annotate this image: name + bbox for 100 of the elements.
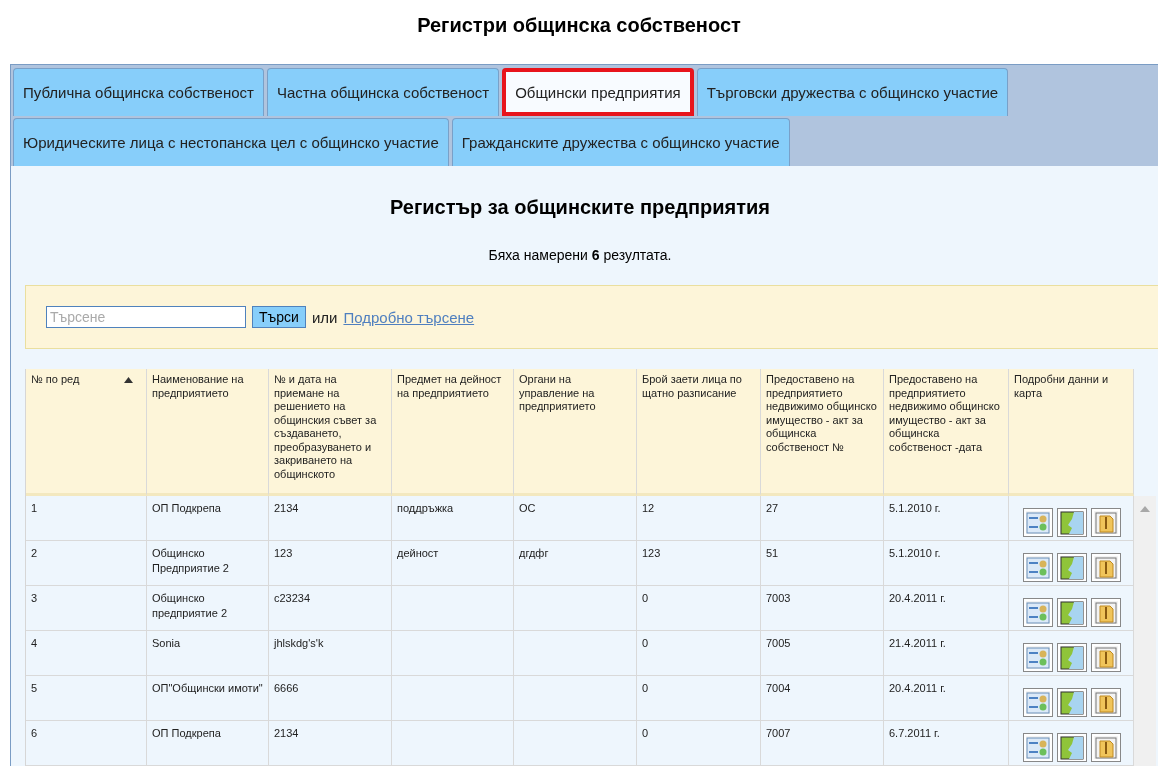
tab[interactable]: Юридическите лица с нестопанска цел с общинско участие	[13, 118, 449, 166]
table-cell: ОП"Общински имоти"	[147, 676, 269, 721]
map-icon	[1060, 555, 1084, 580]
table-cell: 7004	[761, 676, 884, 721]
or-label: или	[311, 308, 338, 326]
table-cell: 20.4.2011 г.	[884, 676, 1009, 721]
table-cell: 7007	[761, 721, 884, 766]
map-button[interactable]	[1057, 643, 1087, 672]
table-cell: 3	[26, 586, 147, 631]
map-button[interactable]	[1057, 598, 1087, 627]
table-header-cell: Предоставено на предприятието недвижимо общинско имущество - акт за общинска собственост -дата	[884, 369, 1009, 496]
table-cell: Sonia	[147, 631, 269, 676]
map-button[interactable]	[1057, 688, 1087, 717]
table-cell: 2	[26, 541, 147, 586]
table-header-cell: Подробни данни и карта	[1009, 369, 1134, 496]
contact-card-icon	[1026, 510, 1050, 535]
archive-button[interactable]	[1091, 733, 1121, 762]
zip-folder-icon	[1094, 735, 1118, 760]
zip-folder-icon	[1094, 510, 1118, 535]
table-cell: 21.4.2011 г.	[884, 631, 1009, 676]
table-cell: 51	[761, 541, 884, 586]
table-cell: 6.7.2011 г.	[884, 721, 1009, 766]
map-button[interactable]	[1057, 508, 1087, 537]
search-field[interactable]: Търсене	[46, 306, 246, 328]
table-cell: 6	[26, 721, 147, 766]
contact-card-icon	[1026, 735, 1050, 760]
table-cell: дгдфг	[514, 541, 637, 586]
table-cell: 0	[637, 586, 761, 631]
details-button[interactable]	[1023, 733, 1053, 762]
contact-card-icon	[1026, 600, 1050, 625]
details-button[interactable]	[1023, 688, 1053, 717]
table-cell: 5.1.2010 г.	[884, 496, 1009, 541]
advanced-search-link[interactable]: Подробно търсене	[343, 308, 475, 326]
table-cell: ОС	[514, 496, 637, 541]
table-header-cell: Органи на управление на предприятието	[514, 369, 637, 496]
table-cell: поддръжка	[392, 496, 514, 541]
table-cell: 5	[26, 676, 147, 721]
map-icon	[1060, 510, 1084, 535]
search-button[interactable]: Търси	[252, 306, 306, 328]
table-cell: 123	[269, 541, 392, 586]
details-button[interactable]	[1023, 508, 1053, 537]
zip-folder-icon	[1094, 600, 1118, 625]
archive-button[interactable]	[1091, 508, 1121, 537]
table-cell: 1	[26, 496, 147, 541]
table-header-cell: Брой заети лица по щатно разписание	[637, 369, 761, 496]
tab[interactable]: Търговски дружества с общинско участие	[696, 68, 1009, 116]
table-header-cell: Предмет на дейност на предприятието	[392, 369, 514, 496]
table-cell: 0	[637, 676, 761, 721]
table-header-cell: № и дата на приемане на решението на общинския съвет за създаването, преобразуването и закриването на общинското	[269, 369, 392, 496]
table-header-cell: Предоставено на предприятието недвижимо общинско имущество - акт за общинска собственост №	[761, 369, 884, 496]
table-cell: 7005	[761, 631, 884, 676]
table-cell: ОП Подкрепа	[147, 496, 269, 541]
map-icon	[1060, 645, 1084, 670]
sort-ascending-icon[interactable]	[124, 377, 133, 383]
page-title: Регистри общинска собственост	[416, 13, 742, 38]
table-header-cell: № по ред	[26, 369, 147, 496]
table-cell: jhlskdg's'k	[269, 631, 392, 676]
tab[interactable]: Гражданските дружества с общинско участие	[451, 118, 790, 166]
tab[interactable]: Общински предприятия	[502, 68, 694, 116]
archive-button[interactable]	[1091, 643, 1121, 672]
scrollbar[interactable]	[1134, 496, 1156, 766]
archive-button[interactable]	[1091, 688, 1121, 717]
result-count: Бяха намерени 6 резултата.	[487, 247, 673, 263]
details-button[interactable]	[1023, 643, 1053, 672]
map-button[interactable]	[1057, 733, 1087, 762]
table-cell: 27	[761, 496, 884, 541]
tab[interactable]: Частна общинска собственост	[266, 68, 500, 116]
table-cell: Общинско Предприятие 2	[147, 541, 269, 586]
tab[interactable]: Публична общинска собственост	[13, 68, 264, 116]
table-cell: 0	[637, 631, 761, 676]
table-cell: 0	[637, 721, 761, 766]
table-cell: 5.1.2010 г.	[884, 541, 1009, 586]
table-cell: 2134	[269, 721, 392, 766]
archive-button[interactable]	[1091, 598, 1121, 627]
map-icon	[1060, 600, 1084, 625]
table-cell: 2134	[269, 496, 392, 541]
table-cell: Общинско предприятие 2	[147, 586, 269, 631]
details-button[interactable]	[1023, 553, 1053, 582]
map-icon	[1060, 735, 1084, 760]
table-cell: 7003	[761, 586, 884, 631]
table-header-cell: Наименование на предприятието	[147, 369, 269, 496]
table-cell: ОП Подкрепа	[147, 721, 269, 766]
zip-folder-icon	[1094, 645, 1118, 670]
contact-card-icon	[1026, 690, 1050, 715]
register-title: Регистър за общинските предприятия	[388, 196, 772, 219]
table-cell: 12	[637, 496, 761, 541]
table-cell: 123	[637, 541, 761, 586]
table-cell: c23234	[269, 586, 392, 631]
table-cell: дейност	[392, 541, 514, 586]
archive-button[interactable]	[1091, 553, 1121, 582]
map-button[interactable]	[1057, 553, 1087, 582]
zip-folder-icon	[1094, 690, 1118, 715]
details-button[interactable]	[1023, 598, 1053, 627]
contact-card-icon	[1026, 555, 1050, 580]
table-cell: 6666	[269, 676, 392, 721]
map-icon	[1060, 690, 1084, 715]
zip-folder-icon	[1094, 555, 1118, 580]
contact-card-icon	[1026, 645, 1050, 670]
table-cell: 20.4.2011 г.	[884, 586, 1009, 631]
table-cell: 4	[26, 631, 147, 676]
